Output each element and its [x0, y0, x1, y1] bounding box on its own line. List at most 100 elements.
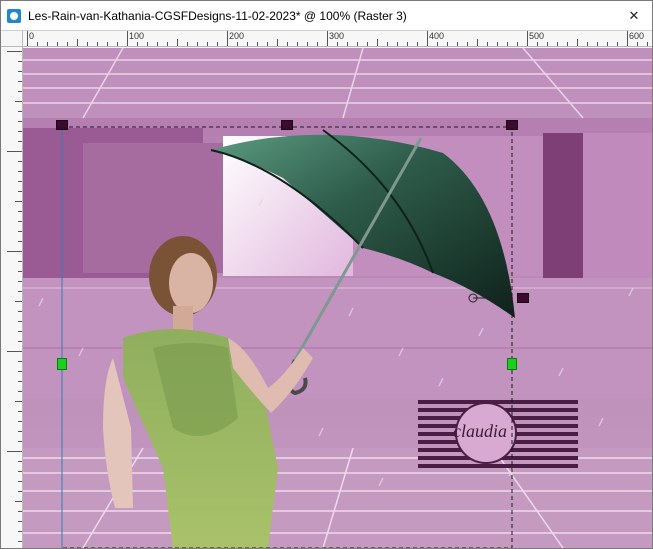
ruler-tick	[467, 42, 468, 46]
ruler-tick	[18, 241, 22, 242]
ruler-label: 100	[129, 31, 145, 41]
ruler-tick	[18, 81, 22, 82]
artwork	[23, 48, 652, 548]
ruler-tick	[457, 42, 458, 46]
ruler-tick	[627, 31, 628, 46]
ruler-tick	[537, 42, 538, 46]
ruler-tick	[287, 42, 288, 46]
ruler-tick	[637, 42, 638, 46]
ruler-tick	[18, 521, 22, 522]
ruler-tick	[87, 42, 88, 46]
ruler-tick	[507, 42, 508, 46]
ruler-tick	[297, 42, 298, 46]
rotation-handle[interactable]	[517, 293, 529, 303]
ruler-tick	[18, 171, 22, 172]
ruler-tick	[247, 42, 248, 46]
deform-handle-top-right[interactable]	[506, 120, 518, 130]
ruler-tick	[18, 161, 22, 162]
ruler-tick	[187, 42, 188, 46]
ruler-tick	[97, 42, 98, 46]
ruler-tick	[18, 331, 22, 332]
ruler-tick	[15, 501, 22, 502]
ruler-tick	[277, 39, 278, 46]
ruler-tick	[307, 42, 308, 46]
ruler-tick	[18, 91, 22, 92]
ceiling-stripes	[23, 48, 652, 119]
ruler-tick	[15, 301, 22, 302]
ruler-tick	[18, 271, 22, 272]
ruler-tick	[77, 39, 78, 46]
ruler-tick	[18, 311, 22, 312]
ruler-tick	[18, 121, 22, 122]
ruler-tick	[397, 42, 398, 46]
ruler-tick	[18, 131, 22, 132]
ruler-tick	[317, 42, 318, 46]
ruler-tick	[47, 42, 48, 46]
ruler-tick	[237, 42, 238, 46]
vertical-ruler[interactable]	[1, 47, 23, 548]
ruler-tick	[367, 42, 368, 46]
ruler-tick	[18, 341, 22, 342]
ruler-tick	[18, 211, 22, 212]
ruler-label: 600	[629, 31, 645, 41]
ruler-tick	[107, 42, 108, 46]
ruler-tick	[18, 231, 22, 232]
deform-handle-top-left[interactable]	[56, 120, 68, 130]
ruler-tick	[117, 42, 118, 46]
ruler-tick	[197, 42, 198, 46]
ruler-tick	[18, 511, 22, 512]
ruler-tick	[587, 42, 588, 46]
ruler-tick	[147, 42, 148, 46]
watermark-logo: claudia	[453, 421, 507, 441]
ruler-tick	[18, 141, 22, 142]
ruler-tick	[597, 42, 598, 46]
ruler-tick	[617, 42, 618, 46]
ruler-tick	[18, 441, 22, 442]
ruler-tick	[18, 531, 22, 532]
ruler-tick	[18, 481, 22, 482]
deform-handle-left-middle[interactable]	[57, 358, 67, 370]
ruler-tick	[607, 42, 608, 46]
ruler-tick	[477, 39, 478, 46]
ruler-tick	[127, 31, 128, 46]
image-canvas[interactable]: claudia	[23, 48, 652, 548]
ruler-tick	[18, 381, 22, 382]
ruler-tick	[37, 42, 38, 46]
ruler-tick	[57, 42, 58, 46]
ruler-tick	[417, 42, 418, 46]
ruler-tick	[18, 411, 22, 412]
ruler-tick	[7, 251, 22, 252]
window-title: Les-Rain-van-Kathania-CGSFDesigns-11-02-…	[28, 9, 407, 23]
ruler-tick	[577, 39, 578, 46]
app-icon	[7, 9, 21, 23]
ruler-tick	[167, 42, 168, 46]
ruler-tick	[67, 42, 68, 46]
ruler-tick	[18, 321, 22, 322]
close-button[interactable]: ✕	[621, 6, 647, 26]
deform-handle-top-middle[interactable]	[281, 120, 293, 130]
ruler-tick	[18, 461, 22, 462]
ruler-tick	[18, 541, 22, 542]
ruler-tick	[18, 281, 22, 282]
ruler-tick	[647, 42, 648, 46]
ruler-label: 300	[329, 31, 345, 41]
ruler-tick	[157, 42, 158, 46]
ruler-tick	[497, 42, 498, 46]
ruler-tick	[447, 42, 448, 46]
ruler-tick	[18, 471, 22, 472]
deform-handle-right-middle[interactable]	[507, 358, 517, 370]
ruler-corner	[1, 31, 23, 47]
ruler-tick	[337, 42, 338, 46]
ruler-tick	[377, 39, 378, 46]
ruler-tick	[227, 31, 228, 46]
horizontal-ruler[interactable]: 0 100 200 300 400 500 600	[23, 31, 652, 47]
ruler-tick	[27, 31, 28, 46]
image-window: Les-Rain-van-Kathania-CGSFDesigns-11-02-…	[0, 0, 653, 549]
ruler-tick	[347, 42, 348, 46]
ruler-tick	[487, 42, 488, 46]
title-bar[interactable]: Les-Rain-van-Kathania-CGSFDesigns-11-02-…	[1, 1, 652, 31]
ruler-tick	[267, 42, 268, 46]
ruler-tick	[357, 42, 358, 46]
ruler-label: 0	[29, 31, 35, 41]
ruler-tick	[15, 101, 22, 102]
